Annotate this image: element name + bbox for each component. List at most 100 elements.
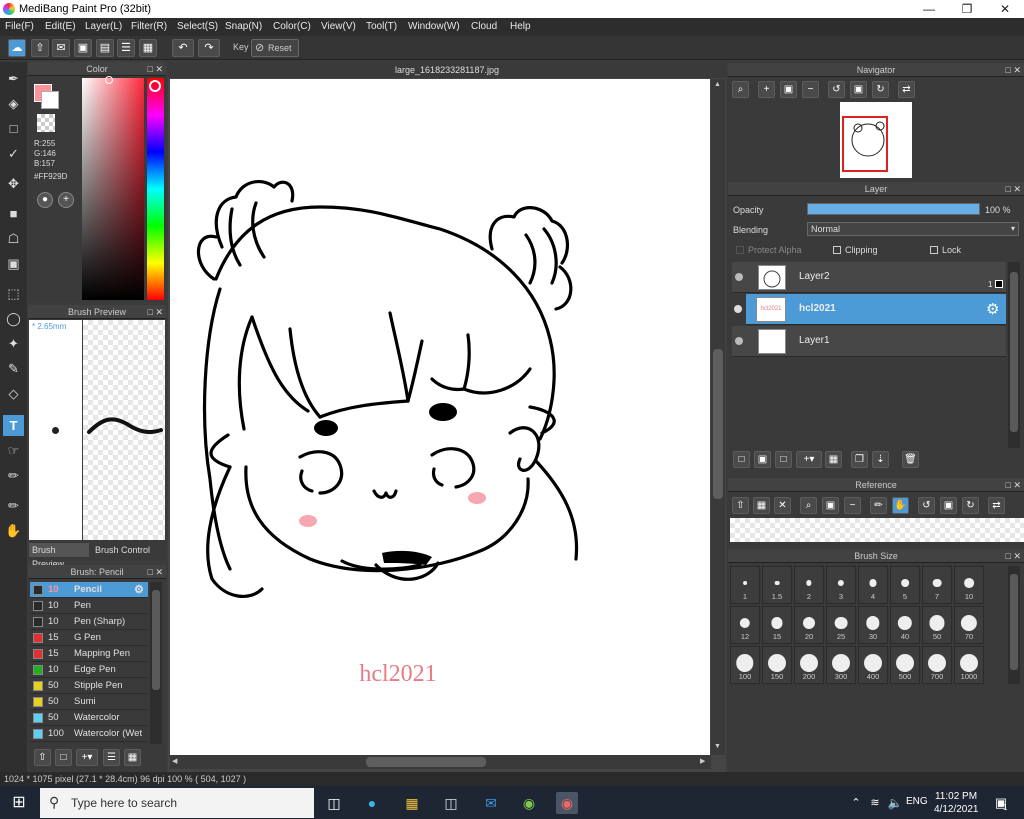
new-8bit-layer-icon[interactable]: □ [775, 451, 792, 468]
scroll-down-icon[interactable]: ▼ [714, 743, 721, 750]
close-button[interactable]: ✕ [986, 0, 1024, 18]
notification-center-icon[interactable]: ▣ [990, 792, 1012, 814]
brush-list-item[interactable]: 15 G Pen [30, 630, 148, 646]
brush-list-item[interactable]: 50 Stipple Pen [30, 678, 148, 694]
text-tool-icon[interactable]: T [3, 415, 24, 436]
eyedropper-tool-icon[interactable]: ✏ [3, 495, 24, 516]
comment-icon[interactable]: ✉ [52, 39, 70, 57]
scroll-up-icon[interactable]: ▲ [714, 81, 721, 88]
layer-row-layer2[interactable]: Layer2 1 [732, 262, 1006, 293]
panel-float-icon[interactable]: □ ✕ [148, 305, 163, 319]
vertical-scroll-thumb[interactable] [713, 349, 723, 499]
brush-size-option[interactable]: 10 [954, 566, 984, 604]
brush-size-option[interactable]: 15 [762, 606, 792, 644]
horizontal-scroll-thumb[interactable] [366, 757, 486, 767]
brush-list-scrollbar[interactable] [150, 582, 162, 744]
select-rect-tool-icon[interactable]: ⬚ [3, 283, 24, 304]
menu-snap[interactable]: Snap(N) [225, 21, 262, 32]
brush-size-scrollbar[interactable] [1008, 566, 1020, 684]
layer-settings-gear-icon[interactable]: ⚙ [986, 300, 999, 318]
menu-select[interactable]: Select(S) [177, 21, 218, 32]
maximize-button[interactable]: ❐ [948, 0, 986, 18]
background-color-swatch[interactable] [41, 91, 59, 109]
panel-float-icon[interactable]: □ ✕ [1006, 63, 1021, 77]
canvas-horizontal-scrollbar[interactable]: ◀ ▶ [170, 755, 711, 769]
panel-float-icon[interactable]: □ ✕ [1006, 182, 1021, 196]
brush-size-option[interactable]: 1.5 [762, 566, 792, 604]
flip-horizontal-icon[interactable]: ⇄ [898, 81, 915, 98]
brush-size-option[interactable]: 700 [922, 646, 952, 684]
brush-size-option[interactable]: 7 [922, 566, 952, 604]
blending-select[interactable]: Normal ▾ [807, 222, 1019, 236]
reset-button[interactable]: ⊘ Reset [251, 39, 299, 57]
minimize-button[interactable]: — [910, 0, 948, 18]
navigator-thumbnail[interactable] [840, 102, 912, 178]
brush-size-option[interactable]: 1 [730, 566, 760, 604]
brush-size-option[interactable]: 30 [858, 606, 888, 644]
redo-icon[interactable]: ↷ [198, 39, 220, 57]
brush-size-option[interactable]: 100 [730, 646, 760, 684]
select-eraser-tool-icon[interactable]: ◇ [3, 383, 24, 404]
brush-list-item[interactable]: 10 Pen [30, 598, 148, 614]
brush-list-item[interactable]: 15 Mapping Pen [30, 646, 148, 662]
document-icon[interactable]: ▤ [96, 39, 114, 57]
palette-icon[interactable]: ● [37, 192, 53, 208]
panel-float-icon[interactable]: □ ✕ [1006, 549, 1021, 563]
panel-float-icon[interactable]: □ ✕ [1006, 478, 1021, 492]
select-pen-tool-icon[interactable]: ✎ [3, 358, 24, 379]
brush-add-menu-icon[interactable]: +▾ [76, 749, 98, 766]
brush-size-option[interactable]: 400 [858, 646, 888, 684]
eraser-tool-icon[interactable]: ◈ [3, 93, 24, 114]
reference-open-icon[interactable]: ▦ [753, 497, 770, 514]
brush-size-option[interactable]: 3 [826, 566, 856, 604]
panel-float-icon[interactable]: □ ✕ [148, 565, 163, 579]
visibility-eye-icon[interactable] [735, 273, 743, 281]
visibility-eye-icon[interactable] [734, 305, 742, 313]
menu-filter[interactable]: Filter(R) [131, 21, 167, 32]
task-view-icon[interactable]: ◫ [323, 792, 345, 814]
menu-file[interactable]: File(F) [5, 21, 34, 32]
brush-settings-icon[interactable]: ☰ [103, 749, 120, 766]
palette-add-icon[interactable]: + [58, 192, 74, 208]
zoom-in-icon[interactable]: + [758, 81, 775, 98]
reference-image-area[interactable] [730, 518, 1024, 542]
undo-icon[interactable]: ↶ [172, 39, 194, 57]
layer-folder-icon[interactable]: ▦ [825, 451, 842, 468]
brush-size-option[interactable]: 200 [794, 646, 824, 684]
fit-icon[interactable]: ▣ [780, 81, 797, 98]
brush-size-option[interactable]: 20 [794, 606, 824, 644]
visibility-eye-icon[interactable] [735, 337, 743, 345]
brush-list-item[interactable]: 10 Edge Pen [30, 662, 148, 678]
brush-size-option[interactable]: 2 [794, 566, 824, 604]
navigator-viewport[interactable] [842, 116, 888, 172]
opacity-slider[interactable] [807, 203, 980, 215]
divide-tool-icon[interactable]: ✏ [3, 465, 24, 486]
brush-size-option[interactable]: 1000 [954, 646, 984, 684]
brush-folder-icon[interactable]: ▦ [124, 749, 141, 766]
operation-tool-icon[interactable]: ☞ [3, 440, 24, 461]
brush-size-option[interactable]: 70 [954, 606, 984, 644]
lock-checkbox[interactable] [930, 246, 938, 254]
fill-rect-tool-icon[interactable]: ■ [3, 203, 24, 224]
cloud-icon[interactable]: ☁ [8, 39, 26, 57]
canvas-vertical-scrollbar[interactable]: ▲ ▼ [711, 79, 725, 755]
speech-bubble-icon[interactable]: ▣ [74, 39, 92, 57]
new-halftone-layer-icon[interactable]: ▣ [754, 451, 771, 468]
reference-rotate-left-icon[interactable]: ↺ [918, 497, 935, 514]
menu-tool[interactable]: Tool(T) [366, 21, 397, 32]
reference-hand-icon[interactable]: ✋ [892, 497, 909, 514]
panel-float-icon[interactable]: □ ✕ [148, 62, 163, 76]
menu-cloud[interactable]: Cloud [471, 21, 497, 32]
hue-slider[interactable] [147, 78, 164, 300]
brush-size-option[interactable]: 300 [826, 646, 856, 684]
menu-help[interactable]: Help [510, 21, 531, 32]
grid-icon[interactable]: ▦ [139, 39, 157, 57]
language-indicator[interactable]: ENG [906, 796, 928, 807]
brush-list-item[interactable]: 10 Pencil ⚙ [30, 582, 148, 598]
brush-list-item[interactable]: 10 Pen (Sharp) [30, 614, 148, 630]
delete-layer-icon[interactable]: 🗑 [902, 451, 919, 468]
document-tab[interactable]: large_1618233281187.jpg [168, 62, 726, 78]
sv-picker-handle[interactable] [105, 76, 113, 84]
tab-brush-control[interactable]: Brush Control [92, 543, 156, 557]
move-tool-icon[interactable]: ✥ [3, 173, 24, 194]
